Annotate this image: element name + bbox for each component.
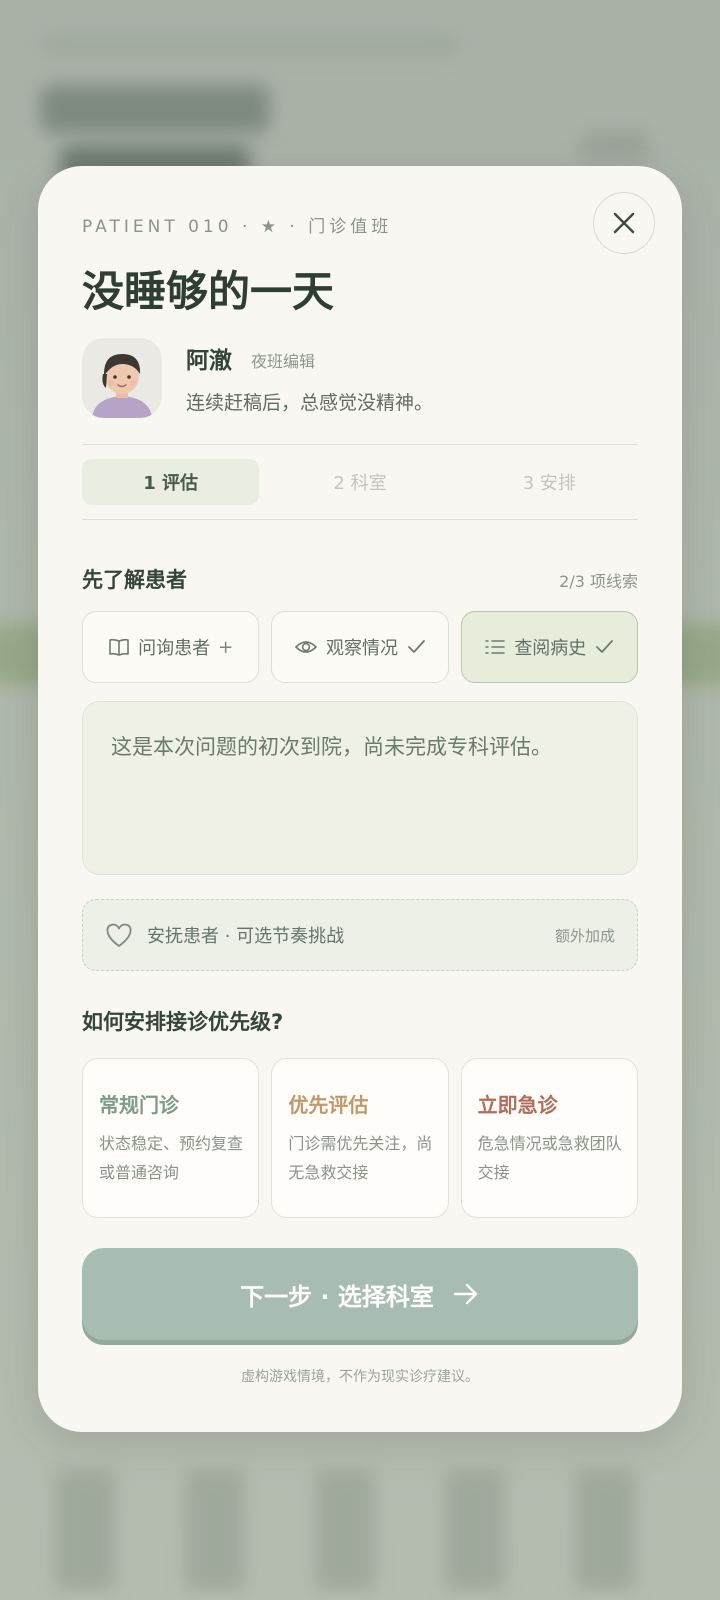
bonus-tag: 额外加成 [554, 926, 615, 945]
clue-label: 问询患者 [138, 638, 211, 659]
eye-icon [294, 641, 318, 653]
check-icon [596, 640, 614, 653]
comfort-patient-bonus[interactable]: 安抚患者 · 可选节奏挑战 额外加成 [82, 899, 638, 971]
priority-option-title: 立即急诊 [477, 1093, 558, 1117]
clue-buttons: 问询患者 + 观察情况 查阅病史 [82, 611, 638, 683]
priority-option-desc: 门诊需优先关注，尚无急救交接 [288, 1134, 433, 1182]
patient-modal: PATIENT 010 · ★ · 门诊值班 没睡够的一天 阿澈 夜班编辑 连续… [38, 166, 682, 1432]
heart-icon [106, 923, 132, 947]
step-tabs: 1 评估 2 科室 3 安排 [82, 459, 638, 505]
page-title: 没睡够的一天 [82, 267, 335, 316]
clue-count: 2/3 项线索 [559, 572, 638, 591]
avatar [82, 338, 162, 418]
priority-options: 常规门诊 状态稳定、预约复查或普通咨询 优先评估 门诊需优先关注，尚无急救交接 … [82, 1058, 638, 1218]
disclaimer: 虚构游戏情境，不作为现实诊疗建议。 [241, 1369, 479, 1385]
priority-option-desc: 危急情况或急救团队交接 [477, 1134, 622, 1182]
next-step-button[interactable]: 下一步 · 选择科室 [82, 1248, 638, 1340]
bonus-label: 安抚患者 · 可选节奏挑战 [147, 926, 345, 947]
divider [82, 444, 638, 445]
patient-eyebrow: PATIENT 010 · ★ · 门诊值班 [82, 217, 393, 237]
history-button[interactable]: 查阅病史 [460, 611, 638, 683]
close-icon [613, 212, 635, 234]
priority-option-routine[interactable]: 常规门诊 状态稳定、预约复查或普通咨询 [82, 1058, 260, 1218]
clues-title: 先了解患者 [82, 568, 187, 592]
patient-description: 连续赶稿后，总感觉没精神。 [186, 392, 434, 414]
priority-option-priority[interactable]: 优先评估 门诊需优先关注，尚无急救交接 [271, 1058, 449, 1218]
clue-label: 观察情况 [325, 638, 398, 659]
check-icon [408, 640, 425, 653]
patient-avatar [92, 354, 152, 418]
next-step-label: 下一步 · 选择科室 [240, 1282, 434, 1311]
patient-name: 阿澈 [186, 348, 232, 374]
divider [82, 519, 638, 520]
priority-title: 如何安排接诊优先级? [82, 1010, 284, 1034]
ask-patient-button[interactable]: 问询患者 + [82, 611, 260, 683]
clue-info-box: 这是本次问题的初次到院，尚未完成专科评估。 [82, 701, 638, 875]
close-button[interactable] [593, 192, 655, 254]
priority-option-title: 常规门诊 [99, 1093, 179, 1117]
clue-label: 查阅病史 [514, 638, 587, 659]
tab-assess[interactable]: 1 评估 [82, 459, 260, 505]
priority-option-desc: 状态稳定、预约复查或普通咨询 [99, 1134, 244, 1182]
arrow-right-icon [453, 1283, 478, 1305]
tab-department[interactable]: 2 科室 [271, 459, 448, 505]
plus-icon: + [218, 636, 234, 658]
priority-option-emergency[interactable]: 立即急诊 危急情况或急救团队交接 [460, 1058, 638, 1218]
observe-button[interactable]: 观察情况 [271, 611, 449, 683]
tab-arrange[interactable]: 3 安排 [461, 459, 638, 505]
patient-role: 夜班编辑 [251, 352, 316, 371]
book-icon [109, 638, 129, 656]
list-icon [485, 640, 506, 654]
priority-option-title: 优先评估 [288, 1093, 369, 1117]
